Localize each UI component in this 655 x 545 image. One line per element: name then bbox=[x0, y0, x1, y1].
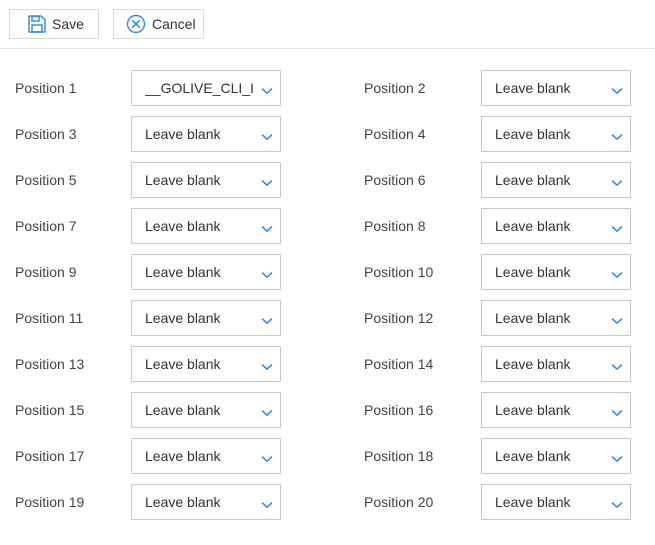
position-20-select[interactable]: Leave blank bbox=[481, 484, 631, 520]
position-14-select[interactable]: Leave blank bbox=[481, 346, 631, 382]
chevron-down-icon bbox=[261, 313, 273, 324]
position-13-select[interactable]: Leave blank bbox=[131, 346, 281, 382]
position-13-label: Position 13 bbox=[15, 356, 85, 372]
chevron-down-icon bbox=[261, 129, 273, 140]
chevron-down-icon bbox=[611, 405, 623, 416]
position-18-selected-value: Leave blank bbox=[495, 448, 571, 464]
floppy-disk-icon bbox=[26, 13, 48, 35]
save-button[interactable]: Save bbox=[9, 9, 99, 39]
position-4-select[interactable]: Leave blank bbox=[481, 116, 631, 152]
position-12-select[interactable]: Leave blank bbox=[481, 300, 631, 336]
position-15-selected-value: Leave blank bbox=[145, 402, 221, 418]
position-13-selected-value: Leave blank bbox=[145, 356, 221, 372]
position-1-label: Position 1 bbox=[15, 80, 77, 96]
position-5-label: Position 5 bbox=[15, 172, 77, 188]
position-15-label: Position 15 bbox=[15, 402, 85, 418]
position-17-select[interactable]: Leave blank bbox=[131, 438, 281, 474]
chevron-down-icon bbox=[261, 175, 273, 186]
position-7-selected-value: Leave blank bbox=[145, 218, 221, 234]
position-18-select[interactable]: Leave blank bbox=[481, 438, 631, 474]
position-1-select[interactable]: __GOLIVE_CLI_IM bbox=[131, 70, 281, 106]
position-5-selected-value: Leave blank bbox=[145, 172, 221, 188]
toolbar: Save Cancel bbox=[0, 0, 655, 49]
position-19-select[interactable]: Leave blank bbox=[131, 484, 281, 520]
chevron-down-icon bbox=[261, 497, 273, 508]
chevron-down-icon bbox=[261, 83, 273, 94]
position-10-select[interactable]: Leave blank bbox=[481, 254, 631, 290]
position-10-label: Position 10 bbox=[364, 264, 434, 280]
position-12-label: Position 12 bbox=[364, 310, 434, 326]
chevron-down-icon bbox=[611, 359, 623, 370]
position-3-selected-value: Leave blank bbox=[145, 126, 221, 142]
position-2-selected-value: Leave blank bbox=[495, 80, 571, 96]
close-circle-icon bbox=[125, 13, 147, 35]
chevron-down-icon bbox=[611, 83, 623, 94]
position-14-label: Position 14 bbox=[364, 356, 434, 372]
position-11-label: Position 11 bbox=[15, 310, 84, 326]
position-7-label: Position 7 bbox=[15, 218, 77, 234]
cancel-button-label: Cancel bbox=[152, 16, 196, 32]
chevron-down-icon bbox=[261, 451, 273, 462]
position-9-select[interactable]: Leave blank bbox=[131, 254, 281, 290]
position-6-select[interactable]: Leave blank bbox=[481, 162, 631, 198]
position-8-selected-value: Leave blank bbox=[495, 218, 571, 234]
chevron-down-icon bbox=[611, 313, 623, 324]
position-2-label: Position 2 bbox=[364, 80, 426, 96]
chevron-down-icon bbox=[611, 221, 623, 232]
position-15-select[interactable]: Leave blank bbox=[131, 392, 281, 428]
position-16-select[interactable]: Leave blank bbox=[481, 392, 631, 428]
chevron-down-icon bbox=[261, 267, 273, 278]
position-3-select[interactable]: Leave blank bbox=[131, 116, 281, 152]
save-button-label: Save bbox=[52, 16, 84, 32]
chevron-down-icon bbox=[261, 359, 273, 370]
chevron-down-icon bbox=[611, 451, 623, 462]
position-6-selected-value: Leave blank bbox=[495, 172, 571, 188]
position-8-label: Position 8 bbox=[364, 218, 426, 234]
cancel-button[interactable]: Cancel bbox=[113, 9, 204, 39]
position-16-selected-value: Leave blank bbox=[495, 402, 571, 418]
chevron-down-icon bbox=[611, 175, 623, 186]
position-19-selected-value: Leave blank bbox=[145, 494, 221, 510]
position-1-selected-value: __GOLIVE_CLI_IM bbox=[145, 80, 253, 96]
position-4-label: Position 4 bbox=[364, 126, 426, 142]
position-20-label: Position 20 bbox=[364, 494, 434, 510]
position-3-label: Position 3 bbox=[15, 126, 77, 142]
chevron-down-icon bbox=[261, 221, 273, 232]
position-20-selected-value: Leave blank bbox=[495, 494, 571, 510]
position-6-label: Position 6 bbox=[364, 172, 426, 188]
position-11-select[interactable]: Leave blank bbox=[131, 300, 281, 336]
position-17-label: Position 17 bbox=[15, 448, 85, 464]
position-16-label: Position 16 bbox=[364, 402, 434, 418]
position-2-select[interactable]: Leave blank bbox=[481, 70, 631, 106]
position-9-label: Position 9 bbox=[15, 264, 77, 280]
position-10-selected-value: Leave blank bbox=[495, 264, 571, 280]
position-8-select[interactable]: Leave blank bbox=[481, 208, 631, 244]
chevron-down-icon bbox=[261, 405, 273, 416]
position-12-selected-value: Leave blank bbox=[495, 310, 571, 326]
position-19-label: Position 19 bbox=[15, 494, 85, 510]
position-4-selected-value: Leave blank bbox=[495, 126, 571, 142]
chevron-down-icon bbox=[611, 267, 623, 278]
position-9-selected-value: Leave blank bbox=[145, 264, 221, 280]
chevron-down-icon bbox=[611, 129, 623, 140]
position-17-selected-value: Leave blank bbox=[145, 448, 221, 464]
chevron-down-icon bbox=[611, 497, 623, 508]
position-5-select[interactable]: Leave blank bbox=[131, 162, 281, 198]
position-7-select[interactable]: Leave blank bbox=[131, 208, 281, 244]
position-14-selected-value: Leave blank bbox=[495, 356, 571, 372]
position-18-label: Position 18 bbox=[364, 448, 434, 464]
position-11-selected-value: Leave blank bbox=[145, 310, 221, 326]
